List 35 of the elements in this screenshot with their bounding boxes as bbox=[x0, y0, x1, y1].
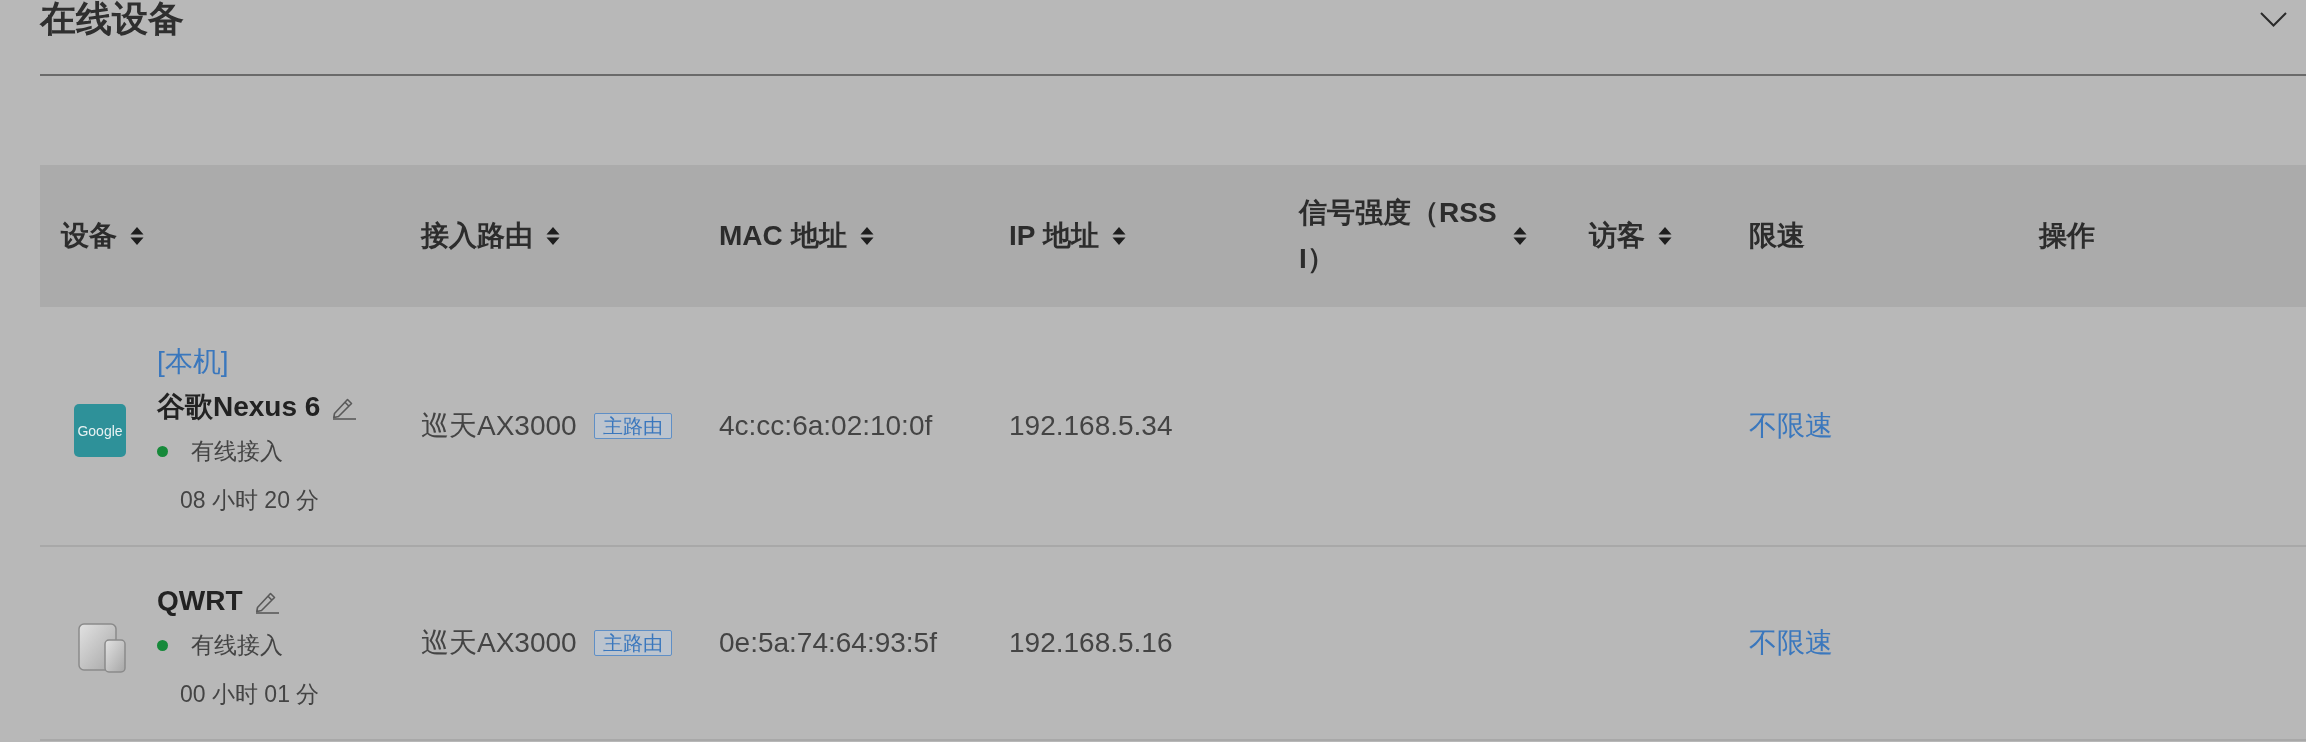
sort-icon[interactable] bbox=[1111, 226, 1126, 246]
speed-limit-link[interactable]: 不限速 bbox=[1749, 626, 1833, 660]
column-header: 接入路由 bbox=[421, 219, 533, 253]
router-badge: 主路由 bbox=[593, 630, 672, 656]
ip-address: 192.168.5.34 bbox=[1009, 409, 1173, 443]
sort-icon[interactable] bbox=[1513, 226, 1527, 246]
sort-icon[interactable] bbox=[130, 226, 144, 246]
column-header: 信号强度（RSSI） bbox=[1299, 196, 1498, 276]
speed-limit-link[interactable]: 不限速 bbox=[1749, 409, 1833, 443]
device-logo: Google bbox=[74, 404, 126, 457]
local-device-label: [本机] bbox=[157, 345, 229, 379]
sort-icon[interactable] bbox=[1658, 226, 1672, 246]
column-header: 限速 bbox=[1749, 219, 1805, 253]
connection-type: 有线接入 bbox=[191, 630, 283, 660]
section-title: 在线设备 bbox=[40, 0, 184, 38]
sort-icon[interactable] bbox=[859, 226, 874, 246]
sort-icon[interactable] bbox=[546, 226, 560, 246]
online-duration: 00 小时 01 分 bbox=[180, 680, 320, 709]
mac-address: 0e:5a:74:64:93:5f bbox=[719, 626, 937, 660]
mac-address: 4c:cc:6a:02:10:0f bbox=[719, 409, 933, 443]
device-name: 谷歌Nexus 6 bbox=[157, 390, 321, 424]
online-duration: 08 小时 20 分 bbox=[180, 486, 320, 515]
column-header: IP 地址 bbox=[1009, 219, 1099, 253]
column-header: 访客 bbox=[1589, 219, 1645, 253]
column-header: MAC 地址 bbox=[719, 219, 847, 253]
tablet-phone-icon bbox=[78, 622, 126, 673]
connection-type: 有线接入 bbox=[191, 436, 283, 466]
router-badge: 主路由 bbox=[593, 413, 672, 439]
chevron-down-icon[interactable] bbox=[2260, 11, 2287, 27]
router-name: 巡天AX3000 bbox=[421, 626, 577, 660]
column-header: 操作 bbox=[2039, 219, 2095, 253]
device-name: QWRT bbox=[157, 584, 243, 618]
ip-address: 192.168.5.16 bbox=[1009, 626, 1173, 660]
column-header: 设备 bbox=[61, 219, 117, 253]
router-name: 巡天AX3000 bbox=[421, 409, 577, 443]
